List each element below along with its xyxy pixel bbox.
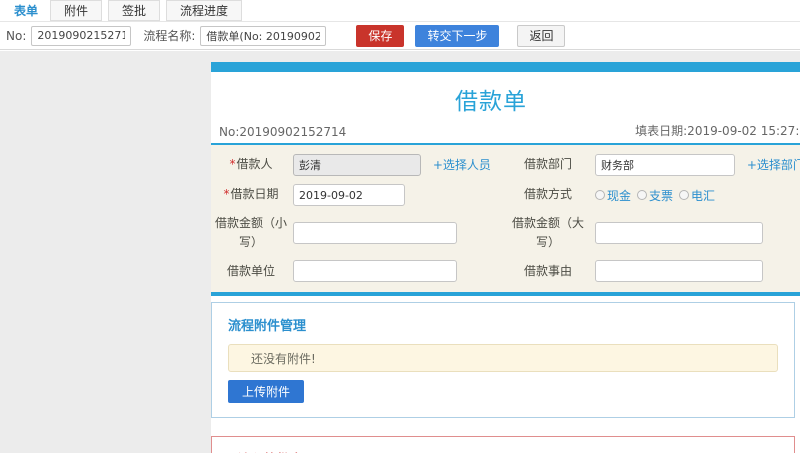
amount-upper-label: 借款金额（大写） xyxy=(511,216,584,250)
loan-date-input[interactable] xyxy=(293,184,405,206)
panel-top-bar xyxy=(211,62,800,72)
tab-process-progress[interactable]: 流程进度 xyxy=(166,0,243,21)
no-attachments-alert: 还没有附件! xyxy=(228,344,778,373)
approval-section: 流程签批意见 B I abc ” 样式▾ 格式▾ xyxy=(211,436,795,453)
unit-label: 借款单位 xyxy=(226,263,275,278)
amount-lower-label: 借款金额（小写） xyxy=(214,216,287,250)
loan-date-label: *借款日期 xyxy=(223,187,279,202)
no-label: No: xyxy=(6,28,27,43)
reason-input[interactable] xyxy=(595,260,763,283)
form-head-row: No:20190902152714 填表日期:2019-09-02 15:27:… xyxy=(211,122,800,143)
no-input[interactable] xyxy=(31,25,132,46)
amount-lower-input[interactable] xyxy=(293,222,457,245)
reason-label: 借款事由 xyxy=(523,263,572,278)
unit-cell xyxy=(291,256,503,286)
attachments-heading: 流程附件管理 xyxy=(228,319,307,335)
radio-cash[interactable]: 现金 xyxy=(595,187,631,204)
radio-icon xyxy=(595,190,605,200)
borrower-cell: +选择人员 xyxy=(291,150,503,180)
department-label: 借款部门 xyxy=(523,157,572,172)
tab-attachments[interactable]: 附件 xyxy=(50,0,103,21)
radio-check[interactable]: 支票 xyxy=(637,187,673,204)
method-cell: 现金 支票 电汇 xyxy=(593,183,800,208)
tab-bar: 表单 附件 签批 流程进度 xyxy=(0,0,800,22)
borrower-input[interactable] xyxy=(293,154,421,176)
loan-form-grid: *借款人 +选择人员 借款部门 +选择部门 *借款日期 借款方式 现金 支票 电… xyxy=(211,145,800,293)
tab-form[interactable]: 表单 xyxy=(8,0,44,21)
department-input[interactable] xyxy=(595,154,735,176)
form-number: No:20190902152714 xyxy=(219,125,347,139)
radio-wire[interactable]: 电汇 xyxy=(679,187,715,204)
save-button[interactable]: 保存 xyxy=(356,24,405,47)
loan-date-cell xyxy=(291,180,503,210)
radio-icon xyxy=(637,190,648,200)
process-name-input[interactable] xyxy=(200,25,327,46)
select-person-link[interactable]: +选择人员 xyxy=(433,158,491,172)
approval-heading: 流程签批意见 xyxy=(238,449,768,453)
tab-approval[interactable]: 签批 xyxy=(108,0,161,21)
process-name-label: 流程名称: xyxy=(143,29,196,43)
toolbar: No: 流程名称: 保存 转交下一步 返回 xyxy=(0,22,800,50)
reason-cell xyxy=(593,256,800,286)
form-bottom-bar xyxy=(211,292,800,297)
amount-upper-cell xyxy=(593,218,800,248)
page-title: 借款单 xyxy=(455,89,527,115)
select-department-link[interactable]: +选择部门 xyxy=(747,158,800,172)
radio-icon xyxy=(679,190,690,200)
method-label: 借款方式 xyxy=(523,187,572,202)
next-step-button[interactable]: 转交下一步 xyxy=(415,24,500,47)
loan-method-radio-group: 现金 支票 电汇 xyxy=(595,187,800,204)
borrower-label: *借款人 xyxy=(229,157,273,172)
upload-attachment-button[interactable]: 上传附件 xyxy=(228,380,305,404)
unit-input[interactable] xyxy=(293,260,457,283)
amount-upper-input[interactable] xyxy=(595,222,763,245)
loan-form-panel: 借款单 No:20190902152714 填表日期:2019-09-02 15… xyxy=(211,62,800,453)
attachments-section: 流程附件管理 还没有附件! 上传附件 xyxy=(211,302,795,419)
department-cell: +选择部门 xyxy=(593,150,800,180)
amount-lower-cell xyxy=(291,218,503,248)
fill-date: 填表日期:2019-09-02 15:27:1 xyxy=(635,124,800,138)
back-button[interactable]: 返回 xyxy=(517,24,566,47)
